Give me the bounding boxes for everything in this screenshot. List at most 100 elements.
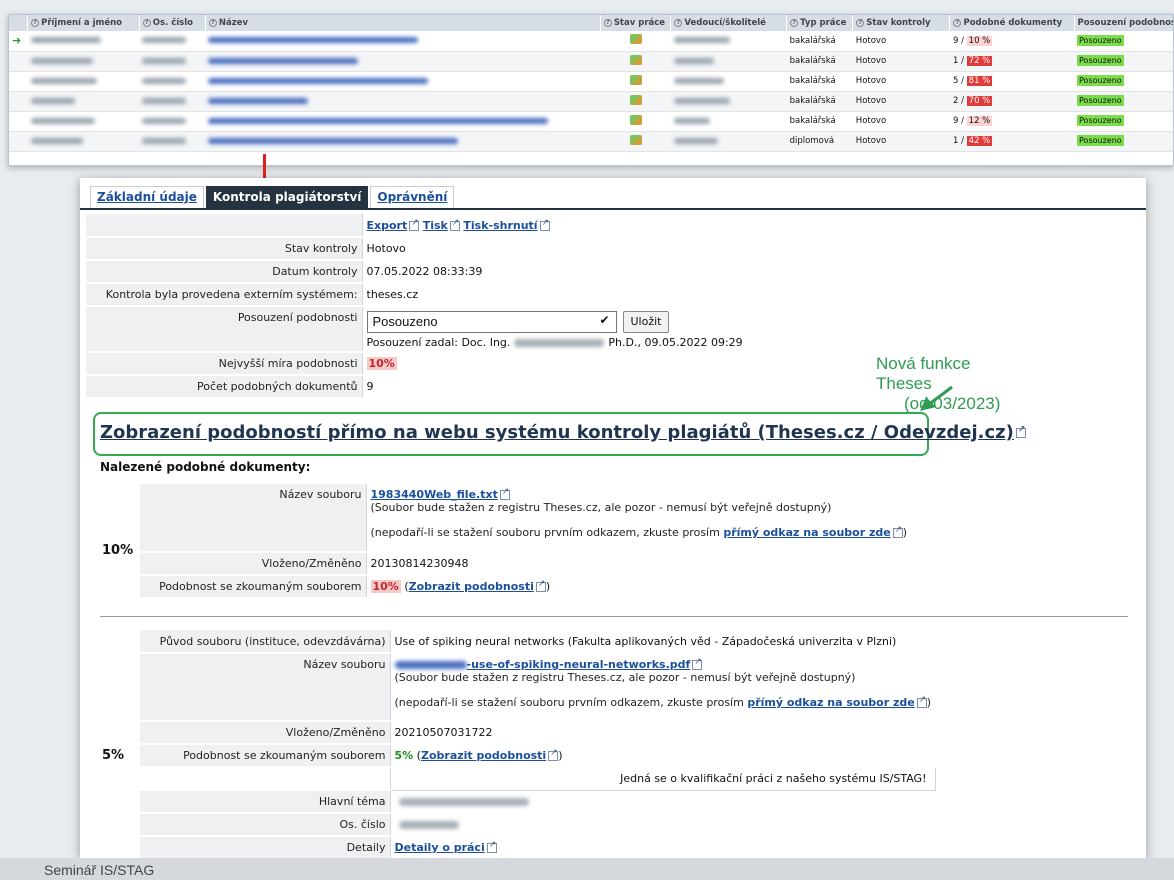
check-details-table: Export Tisk Tisk-shrnutí Stav kontroly H… <box>86 214 747 399</box>
blurred-thesis-title-link[interactable] <box>208 97 309 104</box>
assessment-badge: Posouzeno <box>1077 115 1124 126</box>
os-number-cell <box>139 131 206 152</box>
assessment-badge: Posouzeno <box>1077 75 1124 86</box>
help-icon[interactable]: ? <box>142 18 151 27</box>
title-cell[interactable] <box>205 71 601 92</box>
table-row[interactable]: bakalářská Hotovo 9 / 12 % Posouzeno <box>9 111 1173 132</box>
column-header-work-state[interactable]: ? Stav práce <box>600 15 672 31</box>
table-row[interactable]: bakalářská Hotovo 1 / 72 % Posouzeno <box>9 51 1173 72</box>
assessment-select[interactable]: Posouzeno ✔ <box>366 311 617 333</box>
title-cell[interactable] <box>205 131 601 152</box>
title-cell[interactable] <box>205 111 601 132</box>
column-header-check-state[interactable]: ? Stav kontroly <box>852 15 951 31</box>
work-type-cell: bakalářská <box>786 51 853 72</box>
column-header-supervisor[interactable]: ? Vedoucí/školitelé <box>670 15 788 31</box>
blurred-thesis-title-link[interactable] <box>208 37 419 44</box>
max-similarity-label: Nejvyšší míra podobnosti <box>86 352 363 376</box>
blurred-os-number <box>142 57 187 64</box>
print-summary-link[interactable]: Tisk-shrnutí <box>463 219 537 232</box>
doc2-percent: 5% <box>102 748 125 763</box>
similar-count-label: Počet podobných dokumentů <box>86 375 363 399</box>
theses-similarity-link[interactable]: Zobrazení podobností přímo na webu systé… <box>100 422 1014 443</box>
blurred-thesis-title-link[interactable] <box>208 137 459 144</box>
column-header-work-type[interactable]: ? Typ práce <box>786 15 854 31</box>
external-system-label: Kontrola byla provedena externím systéme… <box>86 283 363 307</box>
footer-title: Seminář IS/STAG <box>44 862 155 878</box>
assessment-selected-value: Posouzeno <box>372 314 438 329</box>
similarity-percent: 12 % <box>966 116 993 126</box>
student-name-cell <box>27 31 140 52</box>
work-state-icon <box>629 114 642 125</box>
doc2-details-link[interactable]: Detaily o práci <box>395 841 485 854</box>
tab-permissions[interactable]: Oprávnění <box>370 186 455 208</box>
work-type-cell: bakalářská <box>786 111 853 132</box>
assessment-badge: Posouzeno <box>1077 95 1124 106</box>
similar-docs-cell: 9 / 10 % <box>949 31 1075 52</box>
doc1-show-similarity-link[interactable]: Zobrazit podobnosti <box>409 580 534 593</box>
title-cell[interactable] <box>205 91 601 112</box>
assessment-cell: Posouzeno <box>1074 131 1173 152</box>
assessment-badge: Posouzeno <box>1077 135 1124 146</box>
help-icon[interactable]: ? <box>31 18 40 27</box>
check-state-label: Stav kontroly <box>86 237 363 261</box>
table-row[interactable]: ➔ bakalářská Hotovo 9 / 10 % Posouzeno <box>9 31 1173 52</box>
assessment-badge: Posouzeno <box>1077 55 1124 66</box>
similarity-percent: 72 % <box>966 56 993 66</box>
column-header-name[interactable]: ? Příjmení a jméno <box>27 15 140 31</box>
doc1-direct-link[interactable]: přímý odkaz na soubor zde <box>723 526 890 539</box>
table-row[interactable]: bakalářská Hotovo 5 / 81 % Posouzeno <box>9 71 1173 92</box>
column-header <box>9 15 29 31</box>
os-number-cell <box>139 51 206 72</box>
blurred-thesis-title-link[interactable] <box>208 77 429 84</box>
blurred-thesis-title-link[interactable] <box>208 57 359 64</box>
doc2-own-system-note: Jedná se o kvalifikační práci z našeho s… <box>389 766 936 791</box>
work-state-cell <box>600 91 671 112</box>
external-system-value: theses.cz <box>362 283 747 307</box>
blurred-student-name <box>30 37 101 44</box>
blurred-thesis-title-link[interactable] <box>208 117 549 124</box>
doc1-similarity-value: 10% <box>370 580 401 593</box>
chevron-down-icon: ✔ <box>599 313 610 327</box>
doc1-file-link[interactable]: 1983440Web_file.txt <box>371 488 498 501</box>
tab-basic-info[interactable]: Základní údaje <box>90 186 204 208</box>
title-cell[interactable] <box>205 31 601 52</box>
help-icon[interactable]: ? <box>603 18 612 27</box>
assessment-label: Posouzení podobnosti <box>86 306 363 353</box>
assessment-row: Posouzení podobnosti Posouzeno ✔ Uložit Po… <box>86 306 747 353</box>
doc2-similarity-value: 5% <box>394 749 414 762</box>
green-arrow-annotation <box>920 385 953 411</box>
tab-underline <box>80 208 1146 210</box>
help-icon[interactable]: ? <box>790 18 799 27</box>
tab-plagiarism-check[interactable]: Kontrola plagiátorství <box>205 186 369 208</box>
help-icon[interactable]: ? <box>208 18 217 27</box>
title-cell[interactable] <box>205 51 601 72</box>
export-link[interactable]: Export <box>367 219 408 232</box>
doc1-percent: 10% <box>102 543 134 558</box>
column-header-os-number[interactable]: ? Os. číslo <box>139 15 206 31</box>
print-link[interactable]: Tisk <box>423 219 448 232</box>
check-state-cell: Hotovo <box>852 51 950 72</box>
work-state-icon <box>629 94 642 105</box>
doc2-direct-link[interactable]: přímý odkaz na soubor zde <box>747 696 914 709</box>
doc-separator <box>100 616 1128 617</box>
column-header-title[interactable]: ? Název <box>205 15 601 31</box>
table-row[interactable]: bakalářská Hotovo 2 / 70 % Posouzeno <box>9 91 1173 112</box>
theses-list-panel: ? Příjmení a jméno ? Os. číslo ? Název ? Sta… <box>8 14 1174 166</box>
work-state-icon <box>629 34 642 45</box>
blurred-supervisor <box>673 97 730 104</box>
os-number-cell <box>139 31 206 52</box>
column-header-assessment[interactable]: Posouzení podobnost <box>1074 15 1173 31</box>
work-state-cell <box>600 51 671 72</box>
doc2-show-similarity-link[interactable]: Zobrazit podobnosti <box>421 749 546 762</box>
help-icon[interactable]: ? <box>953 18 962 27</box>
help-icon[interactable]: ? <box>856 18 865 27</box>
table-row[interactable]: diplomová Hotovo 1 / 42 % Posouzeno <box>9 131 1173 152</box>
help-icon[interactable]: ? <box>674 18 683 27</box>
save-button[interactable]: Uložit <box>622 311 670 333</box>
column-header-similar-docs[interactable]: ? Podobné dokumenty <box>949 15 1075 31</box>
work-type-cell: diplomová <box>786 131 853 152</box>
external-link-icon <box>499 487 510 500</box>
doc2-file-link[interactable]: -use-of-spiking-neural-networks.pdf <box>467 658 691 671</box>
theses-table: ? Příjmení a jméno ? Os. číslo ? Název ? Sta… <box>9 15 1173 152</box>
blurred-file-prefix <box>394 661 467 669</box>
